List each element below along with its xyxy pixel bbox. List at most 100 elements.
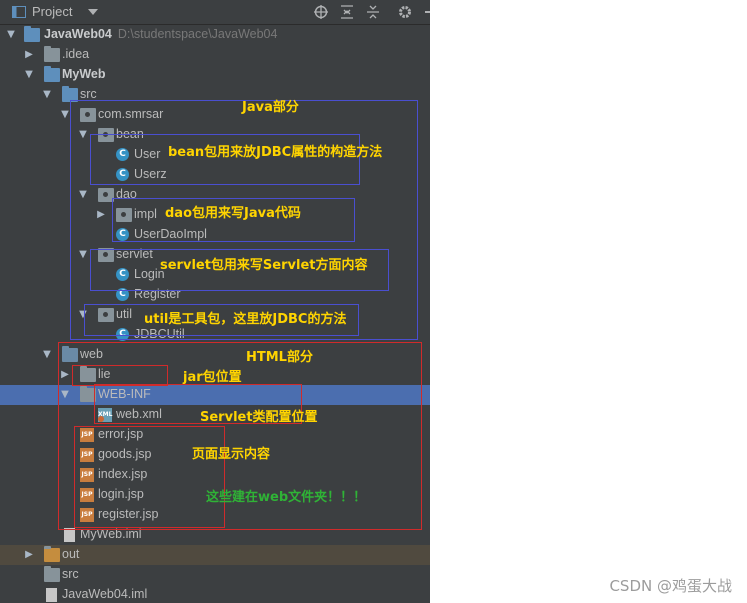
tree-row-src-root[interactable]: src (0, 565, 430, 585)
chevron-down-icon[interactable]: ▼ (60, 388, 70, 402)
source-folder-icon (62, 86, 78, 102)
tree-label: src (62, 567, 79, 581)
class-icon: C (116, 148, 129, 161)
project-header: Project (0, 0, 430, 25)
tree-label: JDBCUtil (134, 327, 185, 341)
package-icon (98, 128, 114, 142)
collapse-all-icon[interactable] (364, 3, 382, 21)
tree-row-userdaoimpl[interactable]: C UserDaoImpl (0, 225, 430, 245)
tree-label: out (62, 547, 80, 561)
chevron-down-icon[interactable]: ▼ (60, 108, 70, 122)
class-icon: C (116, 228, 129, 241)
package-icon (80, 108, 96, 122)
web-folder-note: 这些建在web文件夹！！！ (206, 490, 367, 505)
tree-row-index-jsp[interactable]: JSP index.jsp (0, 465, 430, 485)
tree-label: MyWeb (62, 67, 106, 81)
tree-row-register[interactable]: C Register (0, 285, 430, 305)
project-tool-window: Project ▼ JavaWeb04 D:\studentspace\JavaW… (0, 0, 430, 603)
class-icon: C (116, 288, 129, 301)
tree-row-web[interactable]: ▼ web (0, 345, 430, 365)
tree-label: index.jsp (98, 467, 148, 481)
hide-icon[interactable] (420, 3, 430, 21)
tree-row-myweb[interactable]: ▼ MyWeb (0, 65, 430, 85)
project-path: D:\studentspace\JavaWeb04 (117, 27, 278, 41)
module-folder-icon (44, 66, 60, 82)
iml-file-icon (46, 588, 57, 602)
folder-icon (80, 386, 96, 402)
folder-icon (80, 366, 96, 382)
tree-row-root[interactable]: ▼ JavaWeb04 D:\studentspace\JavaWeb04 (0, 25, 430, 45)
jsp-file-icon: JSP (80, 508, 94, 522)
package-icon (98, 308, 114, 322)
servlet-config-note: Servlet类配置位置 (200, 410, 318, 425)
tree-row-myweb-iml[interactable]: MyWeb.iml (0, 525, 430, 545)
dao-note: dao包用来写Java代码 (165, 206, 301, 221)
chevron-down-icon[interactable]: ▼ (42, 88, 52, 102)
xml-file-icon: XML (98, 408, 112, 422)
chevron-down-icon[interactable]: ▼ (6, 28, 16, 42)
chevron-right-icon[interactable]: ▶ (24, 48, 34, 62)
chevron-down-icon[interactable]: ▼ (78, 308, 88, 322)
tree-row-src[interactable]: ▼ src (0, 85, 430, 105)
tree-label: WEB-INF (98, 387, 151, 401)
folder-icon (44, 566, 60, 582)
tree-label: servlet (116, 247, 153, 261)
tree-label: src (80, 87, 97, 101)
jsp-file-icon: JSP (80, 488, 94, 502)
package-icon (98, 188, 114, 202)
tree-label: util (116, 307, 132, 321)
tree-label: goods.jsp (98, 447, 152, 461)
java-part-note: Java部分 (242, 100, 299, 115)
chevron-right-icon[interactable]: ▶ (96, 208, 106, 222)
tree-label: register.jsp (98, 507, 159, 521)
project-view-icon[interactable] (10, 3, 28, 21)
settings-icon[interactable] (396, 3, 414, 21)
chevron-down-icon[interactable]: ▼ (42, 348, 52, 362)
project-title[interactable]: Project (32, 4, 72, 19)
excluded-folder-icon (44, 546, 60, 562)
class-icon: C (116, 168, 129, 181)
chevron-down-icon[interactable]: ▼ (24, 68, 34, 82)
package-icon (98, 248, 114, 262)
tree-label: Userz (134, 167, 167, 181)
tree-row-jdbcutil[interactable]: C JDBCUtil (0, 325, 430, 345)
jsp-file-icon: JSP (80, 448, 94, 462)
page-note: 页面显示内容 (192, 447, 271, 462)
dropdown-icon[interactable] (84, 3, 102, 21)
expand-all-icon[interactable] (338, 3, 356, 21)
web-folder-icon (62, 346, 78, 362)
locate-icon[interactable] (312, 3, 330, 21)
tree-label: web.xml (116, 407, 162, 421)
tree-label: login.jsp (98, 487, 144, 501)
util-note: util是工具包，这里放JDBC的方法 (144, 312, 347, 327)
chevron-right-icon[interactable]: ▶ (24, 548, 34, 562)
tree-label: lie (98, 367, 111, 381)
chevron-down-icon[interactable]: ▼ (78, 128, 88, 142)
bean-note: bean包用来放JDBC属性的构造方法 (168, 145, 383, 160)
folder-icon (44, 46, 60, 62)
class-icon: C (116, 268, 129, 281)
tree-row-idea[interactable]: ▶ .idea (0, 45, 430, 65)
chevron-down-icon[interactable]: ▼ (78, 248, 88, 262)
jar-note: jar包位置 (183, 370, 242, 385)
chevron-right-icon[interactable]: ▶ (60, 368, 70, 382)
servlet-note: servlet包用来写Servlet方面内容 (160, 258, 368, 273)
chevron-down-icon[interactable]: ▼ (78, 188, 88, 202)
tree-row-javaweb04-iml[interactable]: JavaWeb04.iml (0, 585, 430, 603)
tree-row-userz[interactable]: C Userz (0, 165, 430, 185)
tree-row-out[interactable]: ▶ out (0, 545, 430, 565)
tree-label: MyWeb.iml (80, 527, 142, 541)
tree-label: error.jsp (98, 427, 144, 441)
tree-row-webinf[interactable]: ▼ WEB-INF (0, 385, 430, 405)
iml-file-icon (64, 528, 75, 542)
tree-row-error-jsp[interactable]: JSP error.jsp (0, 425, 430, 445)
tree-row-register-jsp[interactable]: JSP register.jsp (0, 505, 430, 525)
tree-label: dao (116, 187, 137, 201)
tree-label: impl (134, 207, 157, 221)
tree-label: com.smrsar (98, 107, 164, 121)
tree-label: UserDaoImpl (134, 227, 207, 241)
class-icon: C (116, 328, 129, 341)
tree-label: JavaWeb04 D:\studentspace\JavaWeb04 (44, 27, 278, 41)
jsp-file-icon: JSP (80, 468, 94, 482)
tree-row-com-smrsar[interactable]: ▼ com.smrsar (0, 105, 430, 125)
